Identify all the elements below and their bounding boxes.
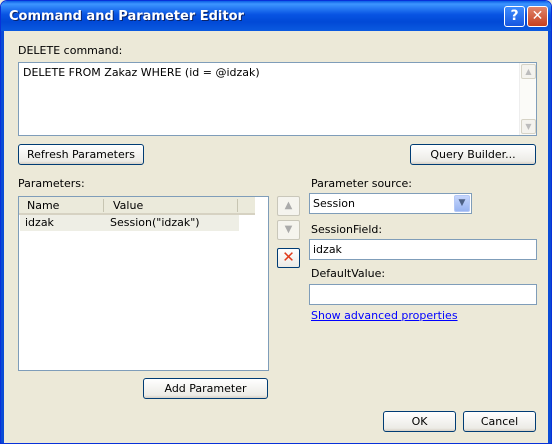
delete-command-textarea[interactable]: DELETE FROM Zakaz WHERE (id = @idzak) ▲ … xyxy=(18,62,537,136)
delete-x-icon: ✕ xyxy=(282,248,295,266)
delete-parameter-button[interactable]: ✕ xyxy=(277,248,300,268)
ok-button[interactable]: OK xyxy=(383,411,456,432)
delete-command-text: DELETE FROM Zakaz WHERE (id = @idzak) xyxy=(23,66,260,79)
move-down-button[interactable]: ▼ xyxy=(277,220,300,240)
parameters-list-header: Name Value xyxy=(19,197,255,215)
window-frame-right xyxy=(548,31,551,443)
parameter-source-value: Session xyxy=(313,197,355,210)
window-frame-left xyxy=(1,31,4,443)
parameter-name-cell: idzak xyxy=(25,216,54,229)
delete-command-label: DELETE command: xyxy=(18,44,123,57)
parameter-source-select[interactable]: Session ▼ xyxy=(309,193,472,214)
column-header-name[interactable]: Name xyxy=(27,199,59,212)
scroll-up-icon[interactable]: ▲ xyxy=(521,64,536,79)
down-arrow-icon: ▼ xyxy=(284,224,293,235)
window-title: Command and Parameter Editor xyxy=(9,9,244,24)
default-value-label: DefaultValue: xyxy=(311,267,386,280)
chevron-down-icon[interactable]: ▼ xyxy=(454,195,470,212)
session-field-input[interactable]: idzak xyxy=(309,239,537,260)
default-value-input[interactable] xyxy=(309,284,537,305)
parameters-list[interactable]: Name Value idzak Session("idzak") xyxy=(18,196,269,371)
scroll-down-icon[interactable]: ▼ xyxy=(521,119,536,134)
cancel-button[interactable]: Cancel xyxy=(463,411,536,432)
parameters-label: Parameters: xyxy=(18,177,85,190)
column-separator[interactable] xyxy=(237,199,238,212)
column-header-value[interactable]: Value xyxy=(113,199,143,212)
query-builder-button[interactable]: Query Builder... xyxy=(410,144,536,165)
up-arrow-icon: ▲ xyxy=(284,200,293,211)
add-parameter-button[interactable]: Add Parameter xyxy=(143,378,268,399)
session-field-label: SessionField: xyxy=(311,223,383,236)
table-row[interactable]: idzak Session("idzak") xyxy=(20,215,239,231)
parameter-value-cell: Session("idzak") xyxy=(110,216,200,229)
parameter-source-label: Parameter source: xyxy=(311,177,412,190)
refresh-parameters-button[interactable]: Refresh Parameters xyxy=(18,144,144,165)
session-field-value: idzak xyxy=(313,243,342,256)
command-scrollbar[interactable]: ▲ ▼ xyxy=(519,63,536,135)
help-button[interactable]: ? xyxy=(504,6,525,27)
command-parameter-editor-window: Command and Parameter Editor ? ✕ DELETE … xyxy=(0,0,552,444)
close-button[interactable]: ✕ xyxy=(527,6,548,27)
column-separator[interactable] xyxy=(103,199,104,212)
title-bar[interactable]: Command and Parameter Editor ? ✕ xyxy=(1,1,551,31)
move-up-button[interactable]: ▲ xyxy=(277,196,300,216)
show-advanced-properties-link[interactable]: Show advanced properties xyxy=(311,309,458,322)
